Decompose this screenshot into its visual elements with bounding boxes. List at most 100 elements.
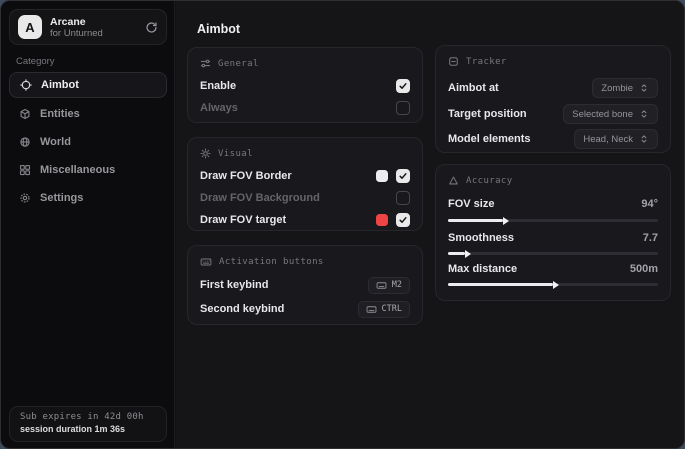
scan-icon	[448, 56, 459, 67]
setting-label: Max distance	[448, 263, 517, 275]
setting-row: Second keybind CTRL	[200, 299, 410, 319]
cube-icon	[19, 108, 31, 120]
sidebar-item-label: Entities	[40, 108, 80, 120]
sidebar-item-label: World	[40, 136, 71, 148]
sub-expiry-text: Sub expires in 42d 00h	[20, 412, 156, 422]
check-icon	[398, 171, 408, 181]
sidebar-item-settings[interactable]: Settings	[9, 185, 167, 211]
first-keybind-button[interactable]: M2	[368, 277, 410, 294]
category-label: Category	[16, 56, 55, 67]
general-card-title: General	[218, 59, 259, 69]
setting-label: Target position	[448, 108, 527, 120]
check-icon	[398, 81, 408, 91]
setting-row: Always	[200, 98, 410, 118]
max-distance-slider[interactable]	[448, 280, 658, 289]
fov-size-slider[interactable]	[448, 216, 658, 225]
slider-thumb[interactable]	[503, 217, 509, 225]
slider-fill	[448, 219, 503, 222]
setting-label: Draw FOV target	[200, 214, 286, 226]
subscription-info: Sub expires in 42d 00h session duration …	[9, 406, 167, 442]
slider-label-row: Max distance 500m	[448, 260, 658, 278]
app-window: A Arcane for Unturned Category Aimbot	[0, 0, 685, 449]
tracker-card: Tracker Aimbot at Zombie Target position	[435, 45, 671, 153]
select-value: Head, Neck	[583, 134, 633, 145]
chevrons-up-down-icon	[639, 134, 649, 144]
setting-label: Draw FOV Border	[200, 170, 292, 182]
fov-target-color-swatch[interactable]	[376, 214, 388, 226]
keybind-value: CTRL	[382, 304, 402, 314]
sliders-icon	[200, 58, 211, 69]
setting-row: Enable	[200, 76, 410, 96]
grid-icon	[19, 164, 31, 176]
sun-icon	[200, 148, 211, 159]
setting-label: Aimbot at	[448, 82, 499, 94]
keyboard-icon	[376, 280, 387, 291]
setting-label: Model elements	[448, 133, 531, 145]
crosshair-icon	[20, 79, 32, 91]
slider-label-row: Smoothness 7.7	[448, 229, 658, 247]
smoothness-value: 7.7	[643, 232, 658, 244]
setting-row: First keybind M2	[200, 275, 410, 295]
app-header: A Arcane for Unturned	[9, 9, 167, 45]
fov-target-checkbox[interactable]	[396, 213, 410, 227]
globe-icon	[19, 136, 31, 148]
session-duration-text: session duration 1m 36s	[20, 424, 156, 434]
select-value: Zombie	[601, 83, 633, 94]
general-card: General Enable Always	[187, 47, 423, 123]
target-position-select[interactable]: Selected bone	[563, 104, 658, 124]
enable-checkbox[interactable]	[396, 79, 410, 93]
setting-label: Always	[200, 102, 238, 114]
accuracy-card-header: Accuracy	[448, 175, 513, 186]
visual-card-header: Visual	[200, 148, 253, 159]
triangle-icon	[448, 175, 459, 186]
slider-thumb[interactable]	[465, 250, 471, 258]
fov-size-value: 94°	[641, 198, 658, 210]
main-content: Aimbot General Enable Al	[176, 1, 684, 448]
slider-fill	[448, 283, 553, 286]
visual-card: Visual Draw FOV Border Draw FOV Backgrou…	[187, 137, 423, 231]
always-checkbox[interactable]	[396, 101, 410, 115]
visual-card-title: Visual	[218, 149, 253, 159]
setting-label: Second keybind	[200, 303, 284, 315]
gear-icon	[19, 192, 31, 204]
chevrons-up-down-icon	[639, 109, 649, 119]
activation-card: Activation buttons First keybind M2	[187, 245, 423, 325]
sidebar-item-label: Aimbot	[41, 79, 79, 91]
setting-label: Draw FOV Background	[200, 192, 320, 204]
sidebar-item-world[interactable]: World	[9, 129, 167, 155]
fov-border-checkbox[interactable]	[396, 169, 410, 183]
select-value: Selected bone	[572, 109, 633, 120]
refresh-icon[interactable]	[145, 21, 158, 34]
accuracy-card-title: Accuracy	[466, 176, 513, 186]
setting-label: Smoothness	[448, 232, 514, 244]
tracker-card-header: Tracker	[448, 56, 507, 67]
sidebar-item-miscellaneous[interactable]: Miscellaneous	[9, 157, 167, 183]
fov-border-color-swatch[interactable]	[376, 170, 388, 182]
sidebar-item-aimbot[interactable]: Aimbot	[9, 72, 167, 98]
setting-row: Aimbot at Zombie	[448, 77, 658, 99]
model-elements-select[interactable]: Head, Neck	[574, 129, 658, 149]
sidebar-item-label: Miscellaneous	[40, 164, 115, 176]
max-distance-value: 500m	[630, 263, 658, 275]
setting-label: Enable	[200, 80, 236, 92]
slider-label-row: FOV size 94°	[448, 195, 658, 213]
aimbot-at-select[interactable]: Zombie	[592, 78, 658, 98]
sidebar-item-entities[interactable]: Entities	[9, 101, 167, 127]
check-icon	[398, 215, 408, 225]
activation-card-header: Activation buttons	[200, 256, 324, 268]
app-titles: Arcane for Unturned	[50, 16, 103, 39]
setting-label: First keybind	[200, 279, 268, 291]
keyboard-icon	[200, 256, 212, 268]
app-name: Arcane	[50, 16, 103, 28]
setting-row: Draw FOV target	[200, 210, 410, 230]
keyboard-icon	[366, 304, 377, 315]
smoothness-slider[interactable]	[448, 249, 658, 258]
setting-row: Draw FOV Background	[200, 188, 410, 208]
sidebar: A Arcane for Unturned Category Aimbot	[1, 1, 175, 448]
app-logo: A	[18, 15, 42, 39]
slider-thumb[interactable]	[553, 281, 559, 289]
setting-row: Draw FOV Border	[200, 166, 410, 186]
fov-background-checkbox[interactable]	[396, 191, 410, 205]
second-keybind-button[interactable]: CTRL	[358, 301, 410, 318]
setting-label: FOV size	[448, 198, 494, 210]
